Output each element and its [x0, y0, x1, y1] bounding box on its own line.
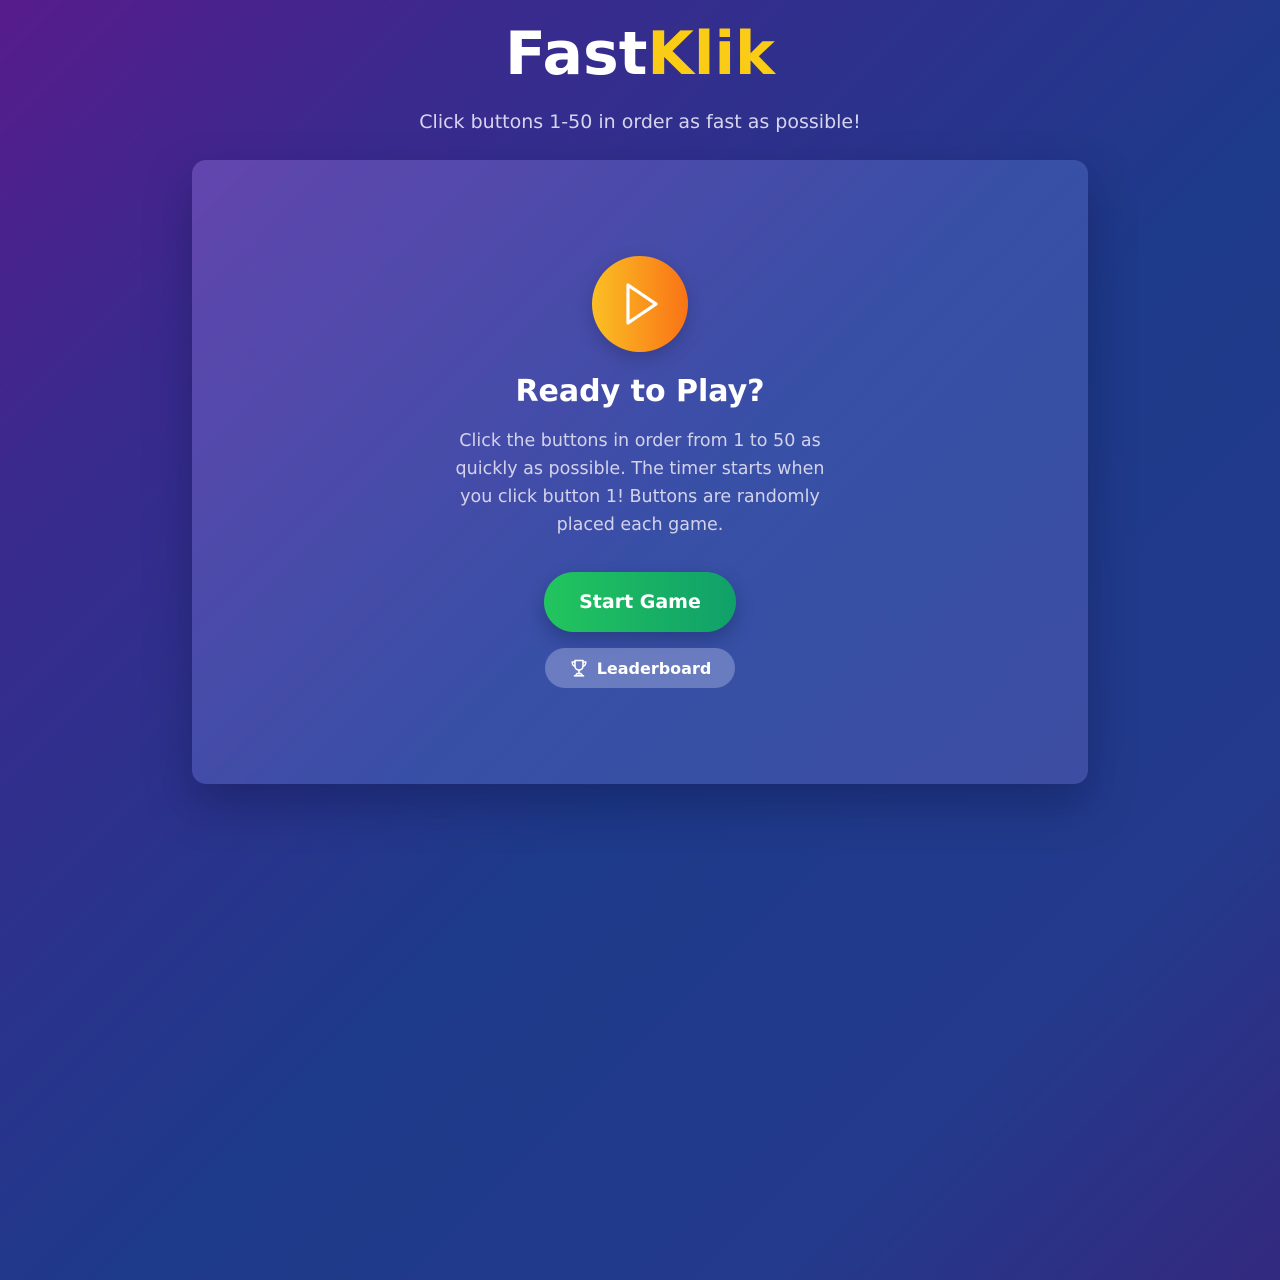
game-instructions: Click the buttons in order from 1 to 50 … [455, 431, 825, 535]
trophy-icon [569, 658, 589, 678]
play-icon [592, 256, 688, 352]
start-card: Ready to Play? Click the buttons in orde… [192, 160, 1088, 784]
game-subtitle: Click buttons 1-50 in order as fast as p… [419, 111, 861, 133]
start-game-button[interactable]: Start Game [544, 572, 736, 632]
game-logo: FastKlik [0, 0, 1280, 88]
ready-title: Ready to Play? [515, 374, 765, 409]
leaderboard-button[interactable]: Leaderboard [545, 648, 735, 688]
leaderboard-button-label: Leaderboard [596, 658, 712, 678]
header: FastKlik Click buttons 1-50 in order as … [0, 0, 1280, 136]
logo-text-fast: Fast [505, 19, 648, 89]
logo-text-klik: Klik [647, 19, 775, 89]
